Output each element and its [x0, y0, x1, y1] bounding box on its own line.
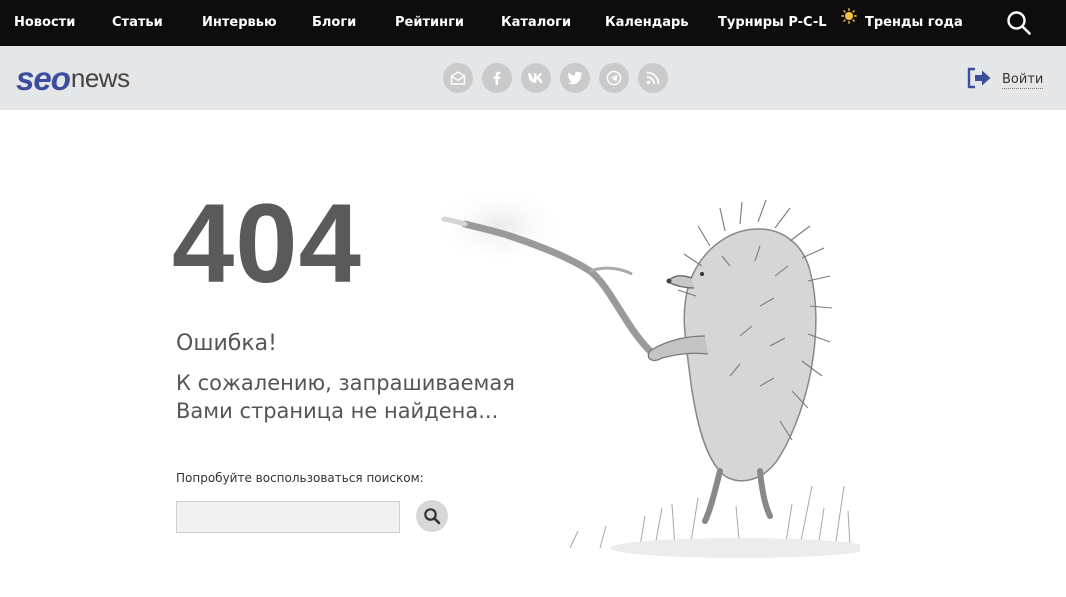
- mail-icon[interactable]: [443, 63, 473, 93]
- vk-icon[interactable]: [521, 63, 551, 93]
- nav-item-articles[interactable]: Статьи: [112, 0, 163, 46]
- facebook-icon[interactable]: [482, 63, 512, 93]
- login-icon: [967, 67, 992, 93]
- error-code: 404: [172, 181, 362, 306]
- nav-item-interviews[interactable]: Интервью: [202, 0, 277, 46]
- sun-icon: [841, 0, 857, 44]
- nav-item-trends[interactable]: Тренды года: [841, 0, 963, 46]
- login-label: Войти: [1002, 71, 1044, 89]
- site-logo[interactable]: seo news: [16, 60, 130, 96]
- nav-item-catalogs[interactable]: Каталоги: [501, 0, 571, 46]
- nav-item-trends-label: Тренды года: [865, 15, 963, 30]
- twitter-icon[interactable]: [560, 63, 590, 93]
- logo-news: news: [70, 63, 130, 93]
- top-navigation: Новости Статьи Интервью Блоги Рейтинги К…: [0, 0, 1066, 46]
- search-input[interactable]: [176, 501, 400, 533]
- nav-item-blogs[interactable]: Блоги: [312, 0, 356, 46]
- social-links: [443, 63, 668, 93]
- logo-seo: seo: [16, 59, 71, 97]
- hedgehog-illustration: [430, 186, 870, 566]
- nav-item-calendar[interactable]: Календарь: [605, 0, 689, 46]
- telegram-icon[interactable]: [599, 63, 629, 93]
- search-icon[interactable]: [1006, 10, 1032, 36]
- nav-item-ratings[interactable]: Рейтинги: [395, 0, 464, 46]
- nav-item-tournaments[interactable]: Турниры P-C-L: [718, 0, 827, 46]
- header-bar: seo news Войти: [0, 46, 1066, 110]
- search-icon: [424, 508, 441, 525]
- login-button[interactable]: Войти: [967, 67, 1044, 93]
- error-title: Ошибка!: [176, 331, 277, 356]
- rss-icon[interactable]: [638, 63, 668, 93]
- nav-item-news[interactable]: Новости: [14, 0, 75, 46]
- search-hint: Попробуйте воспользоваться поиском:: [176, 471, 424, 485]
